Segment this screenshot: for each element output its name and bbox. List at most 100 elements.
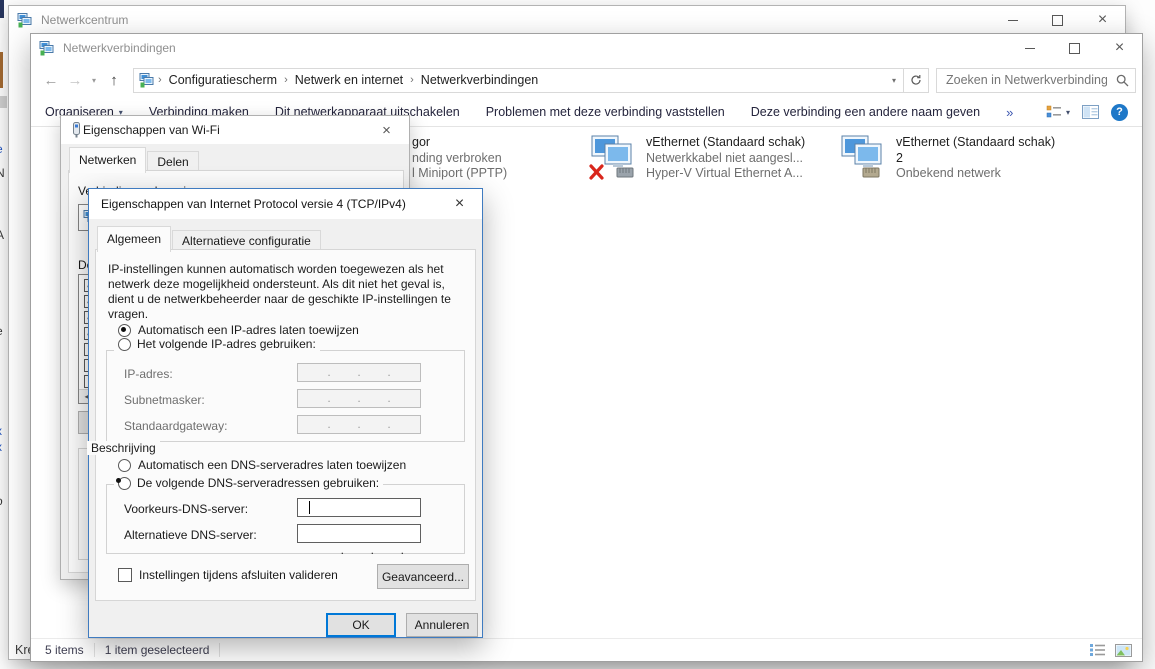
wifi-dialog-titlebar: Eigenschappen van Wi-Fi × <box>61 116 409 144</box>
close-icon: × <box>382 122 391 139</box>
ipv4-dialog-titlebar: Eigenschappen van Internet Protocol vers… <box>89 189 482 219</box>
item-name: vEthernet (Standaard schak) <box>646 135 805 151</box>
breadcrumb-separator: › <box>155 74 165 86</box>
breadcrumb-netwerk-en-internet[interactable]: Netwerk en internet <box>291 73 407 87</box>
explorer-window-controls: × <box>1007 34 1142 62</box>
maximize-icon <box>1069 43 1080 54</box>
breadcrumb-netwerkverbindingen[interactable]: Netwerkverbindingen <box>417 73 542 87</box>
toolbar-label: Problemen met deze verbinding vaststelle… <box>486 105 725 119</box>
validate-checkbox-label: Instellingen tijdens afsluiten valideren <box>139 568 338 582</box>
radio-manual-dns[interactable] <box>118 477 131 490</box>
edge-fragment-text: e <box>0 324 3 338</box>
maximize-icon <box>1052 15 1063 26</box>
screen: e N A e x x o t Netwerkcentrum <box>0 0 1155 669</box>
edge-fragment-text: e <box>0 142 3 156</box>
edge-fragment-text: o <box>0 494 3 508</box>
radio-manual-ip[interactable] <box>118 338 131 351</box>
address-bar[interactable]: › Configuratiescherm › Netwerk en intern… <box>133 68 929 93</box>
edge-fragment-bar <box>0 52 3 88</box>
details-view-button[interactable] <box>1090 644 1106 656</box>
alternate-dns-label: Alternatieve DNS-server: <box>124 528 257 542</box>
advanced-button[interactable]: Geavanceerd... <box>377 564 469 589</box>
refresh-icon <box>910 74 922 86</box>
toolbar-naam-geven[interactable]: Deze verbinding een andere naam geven <box>751 105 980 119</box>
item-name-fragment: gor <box>412 135 507 151</box>
maximize-button[interactable] <box>1052 34 1097 62</box>
netwerkcentrum-window-controls: × <box>990 6 1125 34</box>
ok-button[interactable]: OK <box>326 613 396 637</box>
edge-fragment-text: x <box>0 440 2 454</box>
connection-item-partial[interactable]: gor nding verbroken l Miniport (PPTP) <box>412 135 507 182</box>
default-gateway-field[interactable]: . . . <box>297 415 421 434</box>
dialog-title: Eigenschappen van Wi-Fi <box>83 123 220 137</box>
chevron-down-icon: ▾ <box>1066 108 1070 117</box>
radio-auto-dns[interactable] <box>118 459 131 472</box>
tab-algemeen[interactable]: Algemeen <box>97 226 171 252</box>
network-connections-icon <box>39 41 55 56</box>
close-button[interactable]: × <box>437 189 482 219</box>
search-box[interactable] <box>936 68 1136 93</box>
minimize-button[interactable] <box>990 6 1035 34</box>
address-location-icon <box>139 73 155 88</box>
button-label: OK <box>352 618 369 632</box>
manual-ip-caption: Het volgende IP-adres gebruiken: <box>114 337 320 351</box>
close-icon: × <box>1115 39 1124 57</box>
change-view-button[interactable]: ▾ <box>1046 105 1070 119</box>
tab-netwerken[interactable]: Netwerken <box>69 147 146 173</box>
refresh-button[interactable] <box>903 69 928 92</box>
breadcrumb-separator: › <box>407 74 417 86</box>
recent-pages-dropdown[interactable]: ▾ <box>87 76 101 85</box>
close-button[interactable]: × <box>1097 34 1142 62</box>
breadcrumb-configuratiescherm[interactable]: Configuratiescherm <box>165 73 281 87</box>
item-status: Onbekend netwerk <box>896 166 1055 182</box>
preview-pane-button[interactable] <box>1082 105 1099 119</box>
connection-item-vethernet-2[interactable]: vEthernet (Standaard schak) 2 Onbekend n… <box>837 135 1055 182</box>
search-input[interactable] <box>944 72 1109 88</box>
thumbnail-view-button[interactable] <box>1115 644 1132 657</box>
close-button[interactable]: × <box>1080 6 1125 34</box>
close-icon: × <box>1098 11 1107 29</box>
connection-item-vethernet-1[interactable]: vEthernet (Standaard schak) Netwerkkabel… <box>587 135 805 182</box>
network-adapter-icon <box>837 135 887 181</box>
item-count: 5 items <box>45 643 84 657</box>
up-button[interactable]: ↑ <box>101 72 127 89</box>
toolbar-label: Deze verbinding een andere naam geven <box>751 105 980 119</box>
ip-address-field[interactable]: . . . <box>297 363 421 382</box>
default-gateway-label: Standaardgateway: <box>124 419 227 433</box>
window-title: Netwerkcentrum <box>41 13 128 27</box>
radio-auto-ip-label: Automatisch een IP-adres laten toewijzen <box>138 323 359 337</box>
address-history-dropdown[interactable]: ▾ <box>885 76 903 85</box>
subnet-mask-field[interactable]: . . . <box>297 389 421 408</box>
preferred-dns-field[interactable]: . . . <box>297 498 421 517</box>
help-icon: ? <box>1116 106 1123 118</box>
minimize-icon <box>1025 48 1035 49</box>
forward-button[interactable]: → <box>63 72 87 89</box>
item-name: vEthernet (Standaard schak) <box>896 135 1055 151</box>
dialog-title: Eigenschappen van Internet Protocol vers… <box>101 197 406 211</box>
toolbar-overflow-button[interactable]: » <box>1006 105 1013 120</box>
validate-checkbox[interactable]: ✓ <box>118 568 132 582</box>
search-icon[interactable] <box>1109 74 1136 87</box>
statusbar-view-buttons <box>1090 644 1132 657</box>
radio-manual-ip-label: Het volgende IP-adres gebruiken: <box>137 337 316 351</box>
toolbar-problemen-vaststellen[interactable]: Problemen met deze verbinding vaststelle… <box>486 105 725 119</box>
minimize-icon <box>1008 20 1018 21</box>
close-button[interactable]: × <box>364 116 409 144</box>
ip-address-label: IP-adres: <box>124 367 173 381</box>
edge-fragment-text: N <box>0 166 5 180</box>
alternate-dns-field[interactable]: . . . <box>297 524 421 543</box>
field-value: . . . <box>341 543 404 557</box>
help-button[interactable]: ? <box>1111 104 1128 121</box>
maximize-button[interactable] <box>1035 6 1080 34</box>
status-separator <box>219 643 220 657</box>
minimize-button[interactable] <box>1007 34 1052 62</box>
edge-fragment-text: x <box>0 424 2 438</box>
status-separator <box>94 643 95 657</box>
back-button[interactable]: ← <box>39 72 63 89</box>
radio-auto-ip[interactable] <box>118 324 131 337</box>
cancel-button[interactable]: Annuleren <box>406 613 478 637</box>
netwerkcentrum-titlebar: Netwerkcentrum × <box>9 6 1125 34</box>
dialog-ipv4-properties: Eigenschappen van Internet Protocol vers… <box>88 188 483 638</box>
description-caption: Beschrijving <box>87 441 160 455</box>
netwerkverbindingen-titlebar: Netwerkverbindingen × <box>31 34 1142 62</box>
